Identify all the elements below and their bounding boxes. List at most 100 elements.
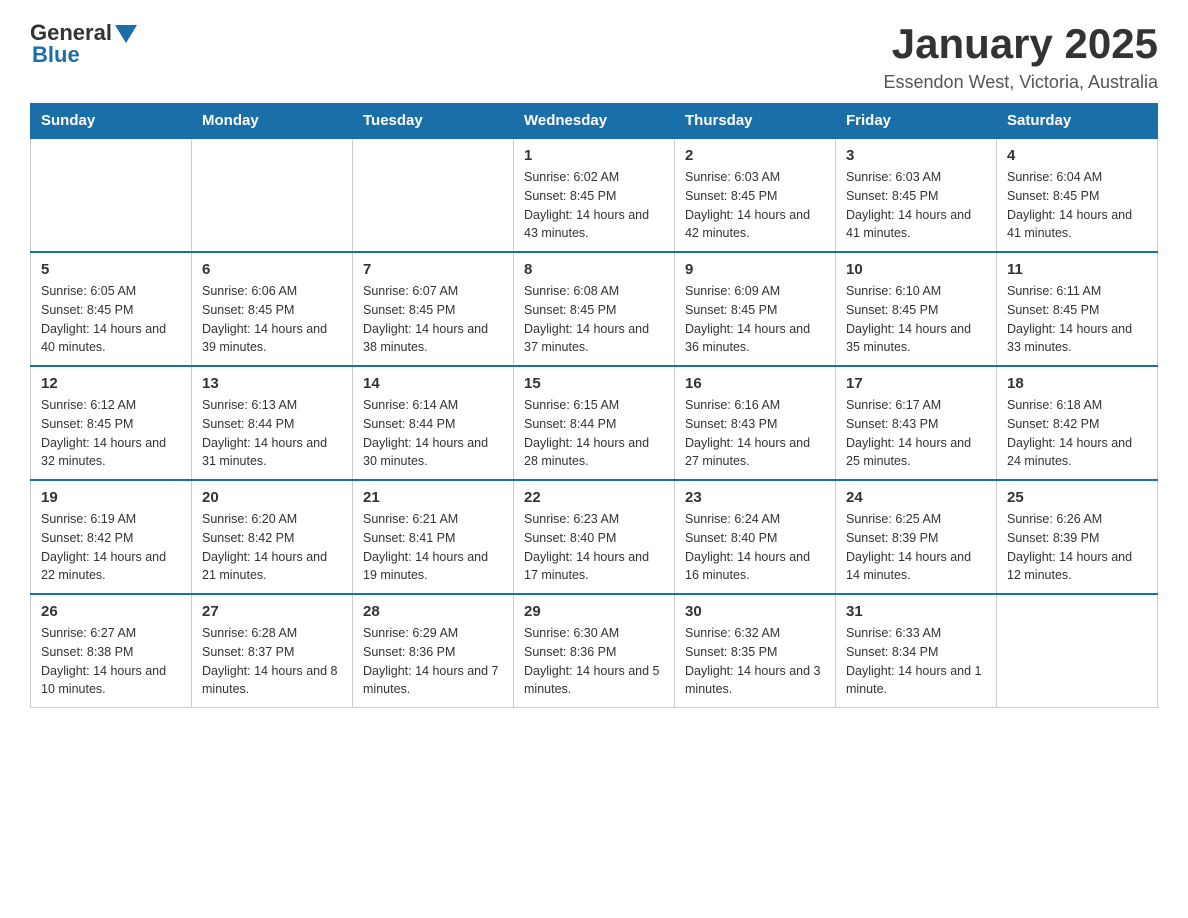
week-row-0: 1 Sunrise: 6:02 AMSunset: 8:45 PMDaylight… (31, 138, 1158, 252)
day-number: 4 (1007, 147, 1147, 164)
calendar-cell: 17 Sunrise: 6:17 AMSunset: 8:43 PMDayligh… (836, 366, 997, 480)
day-info: Sunrise: 6:11 AMSunset: 8:45 PMDaylight:… (1007, 282, 1147, 357)
calendar-cell: 23 Sunrise: 6:24 AMSunset: 8:40 PMDayligh… (675, 480, 836, 594)
calendar-cell: 4Sunrise: 6:04 AMSunset: 8:45 PMDaylight… (997, 138, 1158, 252)
day-info: Sunrise: 6:29 AMSunset: 8:36 PMDaylight:… (363, 624, 503, 699)
logo-triangle-icon (115, 25, 137, 43)
calendar-cell: 12Sunrise: 6:12 AMSunset: 8:45 PMDayligh… (31, 366, 192, 480)
day-info: Sunrise: 6:08 AMSunset: 8:45 PMDaylight:… (524, 282, 664, 357)
calendar-cell: 11 Sunrise: 6:11 AMSunset: 8:45 PMDayligh… (997, 252, 1158, 366)
week-row-3: 19 Sunrise: 6:19 AMSunset: 8:42 PMDayligh… (31, 480, 1158, 594)
day-info: Sunrise: 6:10 AMSunset: 8:45 PMDaylight:… (846, 282, 986, 357)
day-number: 15 (524, 375, 664, 392)
calendar-cell: 26Sunrise: 6:27 AMSunset: 8:38 PMDayligh… (31, 594, 192, 708)
calendar-cell: 8 Sunrise: 6:08 AMSunset: 8:45 PMDaylight… (514, 252, 675, 366)
day-info: Sunrise: 6:13 AMSunset: 8:44 PMDaylight:… (202, 396, 342, 471)
day-info: Sunrise: 6:15 AMSunset: 8:44 PMDaylight:… (524, 396, 664, 471)
calendar-cell: 13 Sunrise: 6:13 AMSunset: 8:44 PMDayligh… (192, 366, 353, 480)
calendar-cell: 31Sunrise: 6:33 AMSunset: 8:34 PMDayligh… (836, 594, 997, 708)
day-number: 9 (685, 261, 825, 278)
day-info: Sunrise: 6:02 AMSunset: 8:45 PMDaylight:… (524, 168, 664, 243)
day-info: Sunrise: 6:18 AMSunset: 8:42 PMDaylight:… (1007, 396, 1147, 471)
calendar-cell: 20 Sunrise: 6:20 AMSunset: 8:42 PMDayligh… (192, 480, 353, 594)
calendar-cell: 14Sunrise: 6:14 AMSunset: 8:44 PMDayligh… (353, 366, 514, 480)
day-number: 29 (524, 603, 664, 620)
calendar-cell (192, 138, 353, 252)
day-number: 17 (846, 375, 986, 392)
day-number: 22 (524, 489, 664, 506)
day-info: Sunrise: 6:28 AMSunset: 8:37 PMDaylight:… (202, 624, 342, 699)
day-info: Sunrise: 6:21 AMSunset: 8:41 PMDaylight:… (363, 510, 503, 585)
day-number: 20 (202, 489, 342, 506)
day-info: Sunrise: 6:07 AMSunset: 8:45 PMDaylight:… (363, 282, 503, 357)
day-of-week-friday: Friday (836, 104, 997, 139)
day-number: 6 (202, 261, 342, 278)
day-info: Sunrise: 6:06 AMSunset: 8:45 PMDaylight:… (202, 282, 342, 357)
calendar-cell (353, 138, 514, 252)
day-info: Sunrise: 6:23 AMSunset: 8:40 PMDaylight:… (524, 510, 664, 585)
day-info: Sunrise: 6:20 AMSunset: 8:42 PMDaylight:… (202, 510, 342, 585)
calendar-cell: 27 Sunrise: 6:28 AMSunset: 8:37 PMDayligh… (192, 594, 353, 708)
day-info: Sunrise: 6:19 AMSunset: 8:42 PMDaylight:… (41, 510, 181, 585)
day-number: 8 (524, 261, 664, 278)
day-number: 12 (41, 375, 181, 392)
calendar-cell: 3 Sunrise: 6:03 AMSunset: 8:45 PMDaylight… (836, 138, 997, 252)
day-number: 28 (363, 603, 503, 620)
day-of-week-tuesday: Tuesday (353, 104, 514, 139)
day-number: 25 (1007, 489, 1147, 506)
calendar-cell: 1 Sunrise: 6:02 AMSunset: 8:45 PMDaylight… (514, 138, 675, 252)
day-info: Sunrise: 6:26 AMSunset: 8:39 PMDaylight:… (1007, 510, 1147, 585)
day-number: 30 (685, 603, 825, 620)
calendar-cell: 21 Sunrise: 6:21 AMSunset: 8:41 PMDayligh… (353, 480, 514, 594)
week-row-4: 26Sunrise: 6:27 AMSunset: 8:38 PMDayligh… (31, 594, 1158, 708)
calendar-cell: 29 Sunrise: 6:30 AMSunset: 8:36 PMDayligh… (514, 594, 675, 708)
day-number: 3 (846, 147, 986, 164)
day-info: Sunrise: 6:30 AMSunset: 8:36 PMDaylight:… (524, 624, 664, 699)
day-number: 16 (685, 375, 825, 392)
day-info: Sunrise: 6:24 AMSunset: 8:40 PMDaylight:… (685, 510, 825, 585)
calendar-cell: 6 Sunrise: 6:06 AMSunset: 8:45 PMDaylight… (192, 252, 353, 366)
day-number: 13 (202, 375, 342, 392)
calendar-cell: 19 Sunrise: 6:19 AMSunset: 8:42 PMDayligh… (31, 480, 192, 594)
day-number: 19 (41, 489, 181, 506)
day-number: 2 (685, 147, 825, 164)
week-row-2: 12Sunrise: 6:12 AMSunset: 8:45 PMDayligh… (31, 366, 1158, 480)
calendar-body: 1 Sunrise: 6:02 AMSunset: 8:45 PMDaylight… (31, 138, 1158, 708)
day-info: Sunrise: 6:33 AMSunset: 8:34 PMDaylight:… (846, 624, 986, 699)
day-of-week-wednesday: Wednesday (514, 104, 675, 139)
day-number: 10 (846, 261, 986, 278)
day-number: 7 (363, 261, 503, 278)
calendar-cell: 2 Sunrise: 6:03 AMSunset: 8:45 PMDaylight… (675, 138, 836, 252)
day-number: 26 (41, 603, 181, 620)
day-info: Sunrise: 6:03 AMSunset: 8:45 PMDaylight:… (846, 168, 986, 243)
day-info: Sunrise: 6:17 AMSunset: 8:43 PMDaylight:… (846, 396, 986, 471)
calendar-cell: 24Sunrise: 6:25 AMSunset: 8:39 PMDayligh… (836, 480, 997, 594)
week-row-1: 5 Sunrise: 6:05 AMSunset: 8:45 PMDaylight… (31, 252, 1158, 366)
day-number: 11 (1007, 261, 1147, 278)
logo: General Blue (30, 20, 137, 68)
day-number: 14 (363, 375, 503, 392)
days-of-week-row: SundayMondayTuesdayWednesdayThursdayFrid… (31, 104, 1158, 139)
calendar-cell: 28 Sunrise: 6:29 AMSunset: 8:36 PMDayligh… (353, 594, 514, 708)
calendar-cell: 10 Sunrise: 6:10 AMSunset: 8:45 PMDayligh… (836, 252, 997, 366)
day-number: 5 (41, 261, 181, 278)
calendar-table: SundayMondayTuesdayWednesdayThursdayFrid… (30, 103, 1158, 708)
calendar-header: SundayMondayTuesdayWednesdayThursdayFrid… (31, 104, 1158, 139)
page-header: General Blue January 2025 Essendon West,… (30, 20, 1158, 93)
day-of-week-saturday: Saturday (997, 104, 1158, 139)
day-info: Sunrise: 6:09 AMSunset: 8:45 PMDaylight:… (685, 282, 825, 357)
day-info: Sunrise: 6:25 AMSunset: 8:39 PMDaylight:… (846, 510, 986, 585)
day-info: Sunrise: 6:03 AMSunset: 8:45 PMDaylight:… (685, 168, 825, 243)
day-number: 23 (685, 489, 825, 506)
day-number: 1 (524, 147, 664, 164)
calendar-cell: 25 Sunrise: 6:26 AMSunset: 8:39 PMDayligh… (997, 480, 1158, 594)
day-info: Sunrise: 6:32 AMSunset: 8:35 PMDaylight:… (685, 624, 825, 699)
calendar-cell: 16Sunrise: 6:16 AMSunset: 8:43 PMDayligh… (675, 366, 836, 480)
page-subtitle: Essendon West, Victoria, Australia (884, 72, 1158, 93)
day-info: Sunrise: 6:05 AMSunset: 8:45 PMDaylight:… (41, 282, 181, 357)
day-number: 27 (202, 603, 342, 620)
calendar-cell: 5 Sunrise: 6:05 AMSunset: 8:45 PMDaylight… (31, 252, 192, 366)
title-block: January 2025 Essendon West, Victoria, Au… (884, 20, 1158, 93)
day-number: 21 (363, 489, 503, 506)
calendar-cell: 7 Sunrise: 6:07 AMSunset: 8:45 PMDaylight… (353, 252, 514, 366)
